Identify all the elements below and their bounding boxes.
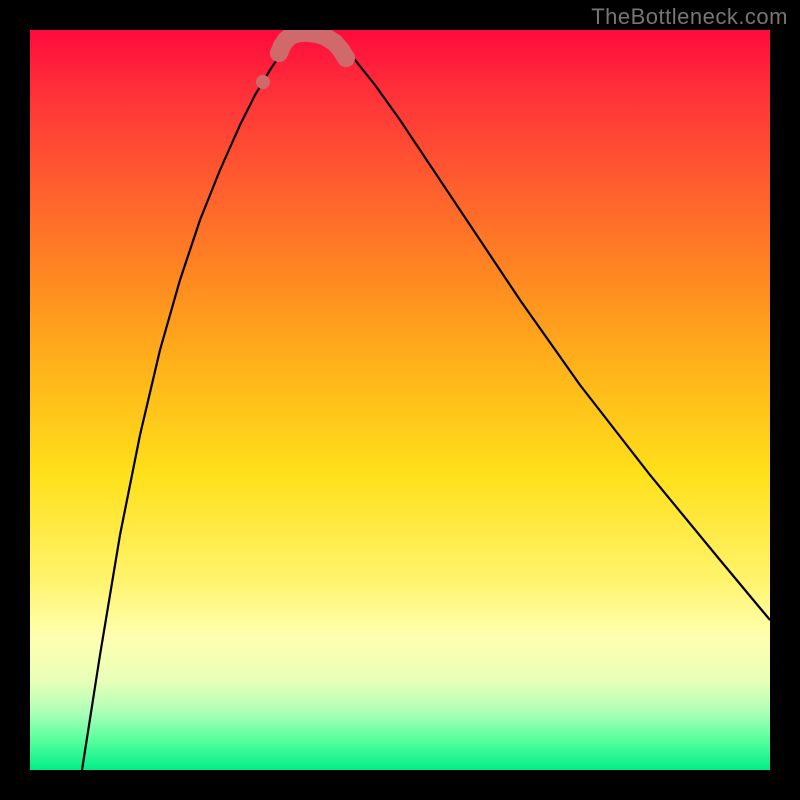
valley-marker: [256, 75, 270, 89]
plot-area: [30, 30, 770, 770]
chart-frame: TheBottleneck.com: [0, 0, 800, 800]
valley-floor-markers: [256, 30, 355, 89]
valley-marker: [337, 49, 355, 67]
curves-layer: [30, 30, 770, 770]
left-curve: [82, 37, 294, 770]
right-curve: [330, 37, 770, 620]
watermark-text: TheBottleneck.com: [591, 4, 788, 30]
